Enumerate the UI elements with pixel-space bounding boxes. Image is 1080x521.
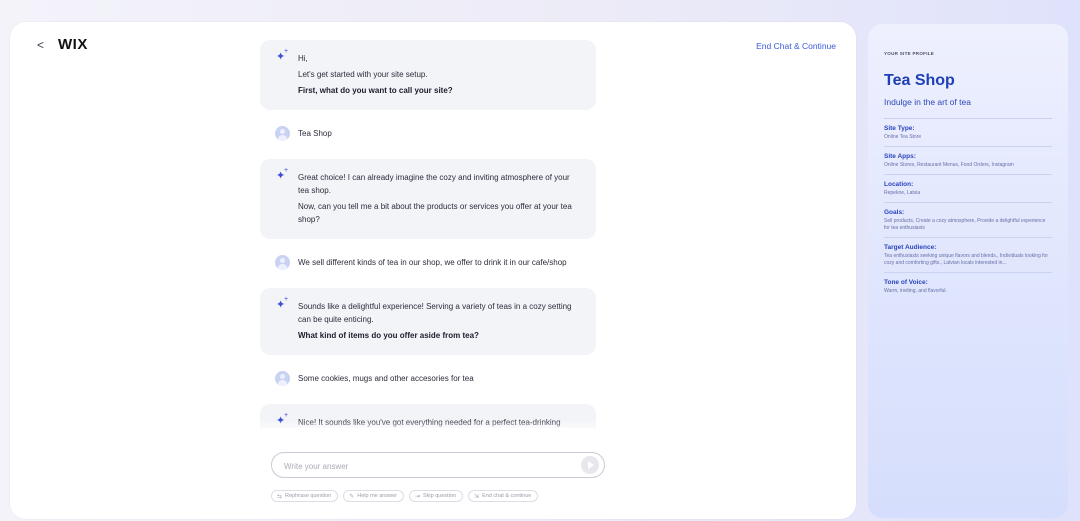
message-text: Now, can you tell me a bit about the pro… [298,202,572,224]
user-avatar-icon [275,126,290,141]
send-arrow-icon[interactable] [581,456,599,474]
profile-section: Location: Repekne, Latvia [884,175,1052,203]
skip-icon: ⇥ [414,493,421,500]
site-profile-panel: YOUR SITE PROFILE Tea Shop Indulge in th… [868,24,1068,518]
chip-label: Skip question [423,493,457,499]
profile-tagline: Indulge in the art of tea [884,97,1052,119]
profile-section-label: Site Apps: [884,153,916,160]
end-chat-continue-button[interactable]: ⇲ End chat & continue [468,490,539,502]
profile-section-value: Online Tea Store [884,134,922,140]
profile-section: Tone of Voice: Warm, inviting, and flavor… [884,273,1052,300]
rephrase-icon: ⇆ [277,493,283,500]
assistant-message: ✦ Sounds like a delightful experience! Se… [260,288,596,355]
chip-label: Rephrase question [285,493,332,499]
assistant-message: ✦ Great choice! I can already imagine the… [260,159,596,239]
help-me-answer-button[interactable]: ✎ Help me answer [343,490,404,502]
message-text: Some cookies, mugs and other accesories … [298,374,474,383]
profile-section-label: Site Type: [884,125,915,132]
profile-section-label: Goals: [884,209,905,216]
ai-sparkle-icon: ✦ [276,166,288,182]
chat-fade [260,420,596,434]
profile-section-label: Location: [884,181,914,188]
message-text: First, what do you want to call your sit… [298,86,453,95]
user-avatar-icon [275,255,290,270]
wix-logo: WIX [58,36,88,53]
profile-section: Goals: Sell products, Create a cozy atmos… [884,203,1052,238]
user-message: Some cookies, mugs and other accesories … [260,365,596,394]
profile-section-value: Online Stores, Restaurant Menus, Food Or… [884,162,1014,168]
chip-label: End chat & continue [482,493,532,499]
ai-sparkle-icon: ✦ [276,295,288,311]
profile-title: Tea Shop [884,72,955,89]
profile-section-value: Repekne, Latvia [884,190,921,196]
end-chat-link[interactable]: End Chat & Continue [756,41,836,51]
profile-section-value: Tea enthusiasts seeking unique flavors a… [884,253,1048,266]
message-text: Great choice! I can already imagine the … [298,173,570,195]
profile-section-label: Tone of Voice: [884,279,928,286]
profile-section: Target Audience: Tea enthusiasts seeking … [884,238,1052,273]
user-avatar-icon [275,371,290,386]
user-message: Tea Shop [260,120,596,149]
ai-sparkle-icon: ✦ [276,47,288,63]
profile-section-value: Warm, inviting, and flavorful. [884,288,947,294]
answer-input-box[interactable] [271,452,605,478]
exit-icon: ⇲ [474,493,480,500]
profile-sections: Site Type: Online Tea Store Site Apps: Onli… [884,119,1052,300]
chip-label: Help me answer [357,493,397,499]
profile-section: Site Type: Online Tea Store [884,119,1052,147]
chevron-left-icon[interactable]: < [37,37,49,53]
profile-section: Site Apps: Online Stores, Restaurant Menu… [884,147,1052,175]
message-text: We sell different kinds of tea in our sh… [298,258,567,267]
chat-thread: ✦ Hi, Let's get started with your site set… [260,40,596,428]
message-text: What kind of items do you offer aside fr… [298,331,479,340]
help-icon: ✎ [349,493,355,500]
profile-section-label: Target Audience: [884,244,937,251]
profile-kicker: YOUR SITE PROFILE [884,51,935,56]
skip-question-button[interactable]: ⇥ Skip question [408,490,464,502]
assistant-message: ✦ Hi, Let's get started with your site set… [260,40,596,110]
message-text: Sounds like a delightful experience! Ser… [298,302,572,324]
message-text: Let's get started with your site setup. [298,70,428,79]
quick-actions: ⇆ Rephrase question ✎ Help me answer ⇥ Skip q… [271,490,539,502]
profile-section-value: Sell products, Create a cozy atmosphere,… [884,218,1046,231]
message-text: Tea Shop [298,129,332,138]
user-message: We sell different kinds of tea in our sh… [260,249,596,278]
rephrase-question-button[interactable]: ⇆ Rephrase question [271,490,339,502]
answer-input[interactable] [284,459,564,473]
message-text: Hi, [298,54,308,63]
